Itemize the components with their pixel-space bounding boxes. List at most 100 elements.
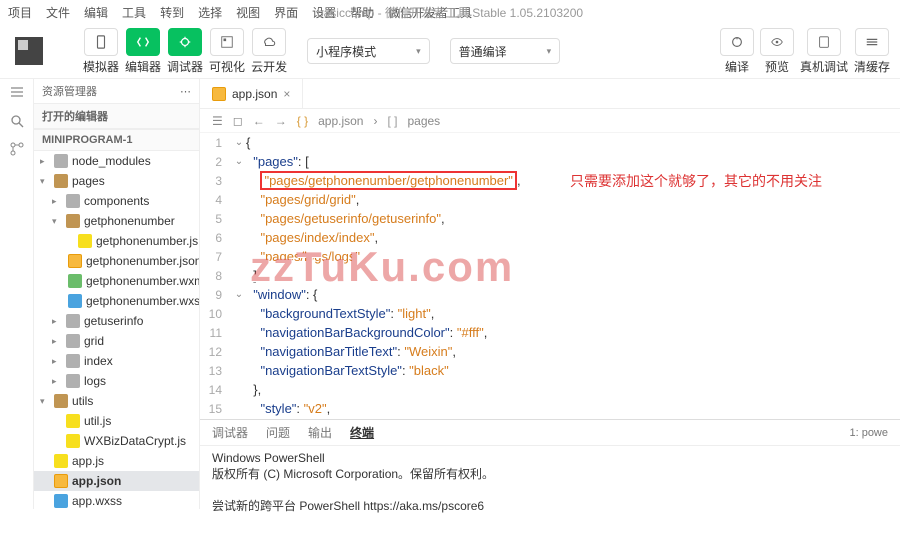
- caret-icon: ▾: [40, 396, 50, 407]
- tree-node[interactable]: ▸ components: [34, 191, 199, 211]
- tree-node[interactable]: app.js: [34, 451, 199, 471]
- compile-button[interactable]: [720, 28, 754, 56]
- tree-label: app.json: [72, 474, 121, 488]
- tree-node[interactable]: app.wxss: [34, 491, 199, 509]
- tree-label: getphonenumber: [84, 214, 175, 228]
- explorer-icon[interactable]: [9, 85, 25, 101]
- branch-icon[interactable]: [9, 141, 25, 157]
- menu-item[interactable]: 编辑: [84, 4, 108, 21]
- tree-node[interactable]: app.json: [34, 471, 199, 491]
- tree-node[interactable]: ▸ index: [34, 351, 199, 371]
- annotation-text: 只需要添加这个就够了，其它的不用关注: [570, 171, 822, 191]
- tree-node[interactable]: ▸ node_modules: [34, 151, 199, 171]
- tab-debugger[interactable]: 调试器: [212, 424, 248, 441]
- code-editor[interactable]: 只需要添加这个就够了，其它的不用关注 zzTuKu.com 1⌄{2⌄ "pag…: [200, 133, 900, 419]
- menu-item[interactable]: 界面: [274, 4, 298, 21]
- tree-label: app.wxss: [72, 494, 122, 508]
- tree-node[interactable]: getphonenumber.json: [34, 251, 199, 271]
- tree-label: utils: [72, 394, 93, 408]
- open-editors-section[interactable]: 打开的编辑器: [34, 103, 199, 129]
- project-section[interactable]: MINIPROGRAM-1: [34, 129, 199, 151]
- editor-button[interactable]: [126, 28, 160, 56]
- preview-button[interactable]: [760, 28, 794, 56]
- tree-node[interactable]: getphonenumber.wxss: [34, 291, 199, 311]
- tab-problems[interactable]: 问题: [266, 424, 290, 441]
- tree-node[interactable]: ▸ getuserinfo: [34, 311, 199, 331]
- tab-output[interactable]: 输出: [308, 424, 332, 441]
- code-line[interactable]: 10 "backgroundTextStyle": "light",: [204, 304, 900, 323]
- more-icon[interactable]: ⋯: [180, 85, 191, 98]
- caret-icon: ▸: [52, 316, 62, 327]
- terminal-output[interactable]: Windows PowerShell版权所有 (C) Microsoft Cor…: [200, 446, 900, 518]
- app-logo: [15, 37, 43, 65]
- tree-node[interactable]: WXBizDataCrypt.js: [34, 431, 199, 451]
- tree-label: pages: [72, 174, 105, 188]
- code-line[interactable]: 5 "pages/getuserinfo/getuserinfo",: [204, 209, 900, 228]
- tree-node[interactable]: util.js: [34, 411, 199, 431]
- menu-item[interactable]: 转到: [160, 4, 184, 21]
- chevron-down-icon: ▾: [547, 46, 552, 57]
- caret-icon: ▾: [52, 216, 62, 227]
- tree-node[interactable]: getphonenumber.js: [34, 231, 199, 251]
- tree-node[interactable]: ▾ utils: [34, 391, 199, 411]
- code-line[interactable]: 15 "style": "v2",: [204, 399, 900, 418]
- menu-item[interactable]: 工具: [122, 4, 146, 21]
- file-icon: [54, 394, 68, 408]
- code-line[interactable]: 6 "pages/index/index",: [204, 228, 900, 247]
- code-line[interactable]: 7 "pages/logs/logs": [204, 247, 900, 266]
- code-line[interactable]: 1⌄{: [204, 133, 900, 152]
- menu-item[interactable]: 选择: [198, 4, 222, 21]
- back-icon[interactable]: ←: [253, 114, 265, 128]
- mode-select[interactable]: 小程序模式▾: [307, 38, 430, 64]
- simulator-button[interactable]: [84, 28, 118, 56]
- tree-node[interactable]: ▾ getphonenumber: [34, 211, 199, 231]
- code-line[interactable]: 13 "navigationBarTextStyle": "black": [204, 361, 900, 380]
- file-icon: [54, 154, 68, 168]
- cloud-button[interactable]: [252, 28, 286, 56]
- terminal-selector[interactable]: 1: powe: [849, 427, 888, 439]
- tree-node[interactable]: ▸ logs: [34, 371, 199, 391]
- code-line[interactable]: 4 "pages/grid/grid",: [204, 190, 900, 209]
- close-icon[interactable]: ×: [283, 87, 290, 101]
- code-line[interactable]: 9⌄ "window": {: [204, 285, 900, 304]
- bookmark-icon[interactable]: ◻: [233, 114, 243, 128]
- file-icon: [66, 194, 80, 208]
- menu-item[interactable]: 文件: [46, 4, 70, 21]
- code-line[interactable]: 12 "navigationBarTitleText": "Weixin",: [204, 342, 900, 361]
- menu-item[interactable]: 项目: [8, 4, 32, 21]
- json-icon: [212, 87, 226, 101]
- code-line[interactable]: 14 },: [204, 380, 900, 399]
- code-line[interactable]: 11 "navigationBarBackgroundColor": "#fff…: [204, 323, 900, 342]
- code-line[interactable]: 8 ],: [204, 266, 900, 285]
- tree-label: components: [84, 194, 149, 208]
- editor-tabs: app.json ×: [200, 79, 900, 109]
- file-icon: [68, 254, 82, 268]
- file-icon: [66, 354, 80, 368]
- file-icon: [66, 374, 80, 388]
- file-tree: ▸ node_modules ▾ pages ▸ components ▾ ge…: [34, 151, 199, 509]
- clear-cache-button[interactable]: [855, 28, 889, 56]
- debugger-button[interactable]: [168, 28, 202, 56]
- list-icon[interactable]: ☰: [212, 114, 223, 128]
- terminal-tabs: 调试器 问题 输出 终端 1: powe: [200, 420, 900, 446]
- breadcrumb: ☰ ◻ ← → { } app.json › [ ] pages: [200, 109, 900, 133]
- file-icon: [54, 494, 68, 508]
- tree-node[interactable]: getphonenumber.wxml: [34, 271, 199, 291]
- tree-node[interactable]: ▸ grid: [34, 331, 199, 351]
- chevron-down-icon: ▾: [416, 46, 421, 57]
- menu-item[interactable]: 视图: [236, 4, 260, 21]
- tree-node[interactable]: ▾ pages: [34, 171, 199, 191]
- caret-icon: ▾: [40, 176, 50, 187]
- tab-terminal[interactable]: 终端: [350, 424, 374, 441]
- caret-icon: ▸: [52, 196, 62, 207]
- tab-app-json[interactable]: app.json ×: [200, 79, 303, 109]
- remote-debug-button[interactable]: [807, 28, 841, 56]
- caret-icon: ▸: [52, 356, 62, 367]
- terminal-panel: 调试器 问题 输出 终端 1: powe Windows PowerShell版…: [200, 419, 900, 509]
- code-line[interactable]: 2⌄ "pages": [: [204, 152, 900, 171]
- compile-select[interactable]: 普通编译▾: [450, 38, 561, 64]
- tree-label: grid: [84, 334, 104, 348]
- forward-icon[interactable]: →: [275, 114, 287, 128]
- visual-button[interactable]: [210, 28, 244, 56]
- search-icon[interactable]: [9, 113, 25, 129]
